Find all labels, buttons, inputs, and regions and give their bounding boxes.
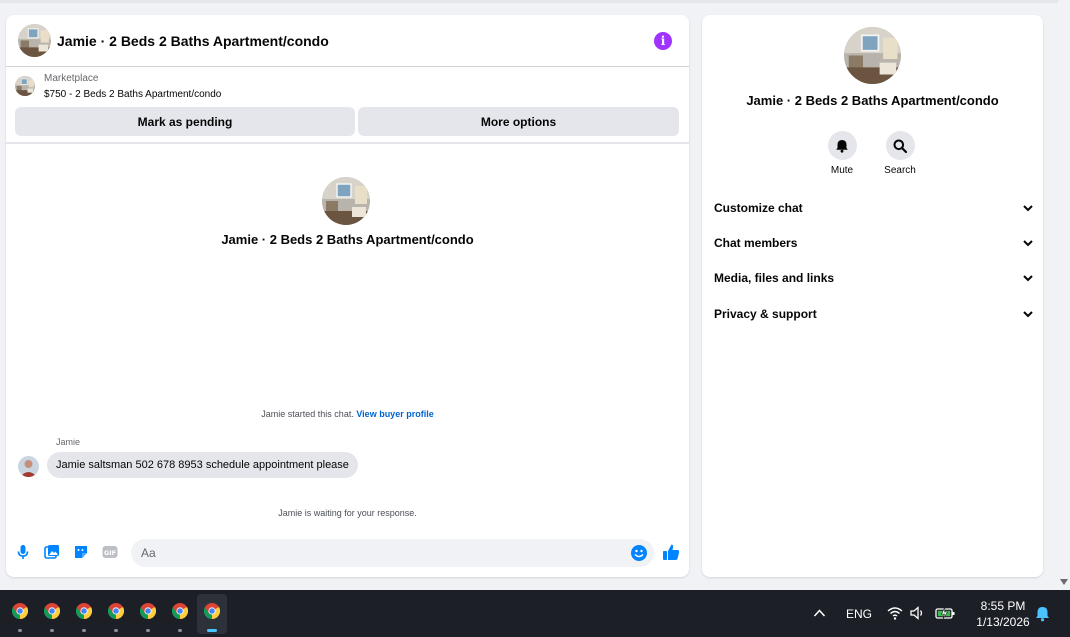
svg-text:GIF: GIF	[104, 549, 116, 557]
chat-started-note: Jamie started this chat. View buyer prof…	[6, 409, 689, 419]
taskbar-chrome-4[interactable]	[101, 594, 131, 634]
running-indicator	[50, 629, 54, 632]
chrome-icon	[108, 603, 124, 619]
taskbar-chrome-6[interactable]	[165, 594, 195, 634]
gif-icon[interactable]: GIF	[102, 544, 118, 560]
listing-thumbnail[interactable]	[15, 76, 35, 96]
message-input[interactable]	[131, 539, 611, 567]
search-icon	[893, 139, 907, 153]
chrome-icon	[12, 603, 28, 619]
running-indicator	[82, 629, 86, 632]
chevron-down-icon	[1023, 275, 1033, 282]
notification-bell-icon[interactable]	[1035, 606, 1050, 622]
message-sender: Jamie	[56, 437, 81, 447]
mute-label: Mute	[830, 165, 854, 176]
microphone-icon[interactable]	[15, 544, 31, 560]
taskbar-chrome-5[interactable]	[133, 594, 163, 634]
section-privacy-support[interactable]: Privacy & support	[714, 303, 1034, 325]
listing-price[interactable]: $750 - 2 Beds 2 Baths Apartment/condo	[44, 89, 221, 100]
info-title: Jamie · 2 Beds 2 Baths Apartment/condo	[746, 93, 999, 108]
info-icon[interactable]: i	[654, 32, 672, 50]
intro-avatar	[322, 177, 370, 225]
section-label: Chat members	[714, 236, 798, 250]
chrome-icon	[172, 603, 188, 619]
chrome-icon	[76, 603, 92, 619]
section-media-files-links[interactable]: Media, files and links	[714, 267, 1034, 289]
chrome-icon	[44, 603, 60, 619]
language-indicator[interactable]: ENG	[846, 607, 872, 621]
listing-avatar[interactable]	[18, 24, 51, 57]
top-divider	[0, 0, 1058, 3]
message-composer[interactable]	[131, 539, 654, 567]
clock-date: 1/13/2026	[976, 615, 1030, 629]
chrome-icon	[140, 603, 156, 619]
thumbs-up-icon[interactable]	[662, 543, 680, 561]
section-label: Customize chat	[714, 201, 803, 215]
bell-icon	[836, 139, 848, 153]
message-bubble[interactable]: Jamie saltsman 502 678 8953 schedule app…	[47, 452, 358, 478]
sticker-icon[interactable]	[73, 544, 89, 560]
clock-time[interactable]: 8:55 PM	[967, 599, 1039, 613]
search-label: Search	[884, 165, 916, 176]
taskbar: ENG 8:55 PM 1/13/2026	[0, 590, 1070, 637]
chevron-down-icon	[1023, 240, 1033, 247]
taskbar-chrome-1[interactable]	[5, 594, 35, 634]
emoji-icon[interactable]	[631, 545, 647, 561]
running-indicator	[178, 629, 182, 632]
section-customize-chat[interactable]: Customize chat	[714, 197, 1034, 219]
running-indicator	[146, 629, 150, 632]
wifi-icon[interactable]	[887, 606, 903, 620]
chevron-down-icon	[1023, 205, 1033, 212]
intro-title: Jamie · 2 Beds 2 Baths Apartment/condo	[221, 232, 474, 247]
section-label: Media, files and links	[714, 271, 835, 285]
chat-panel: Jamie · 2 Beds 2 Baths Apartment/condo i…	[6, 15, 689, 577]
show-hidden-icons-chevron-icon[interactable]	[813, 607, 826, 619]
chevron-down-icon	[1023, 311, 1033, 318]
mark-as-pending-button[interactable]: Mark as pending	[15, 107, 355, 136]
taskbar-chrome-2[interactable]	[37, 594, 67, 634]
taskbar-chrome-7-active[interactable]	[197, 594, 227, 634]
more-options-button[interactable]: More options	[358, 107, 679, 136]
waiting-note: Jamie is waiting for your response.	[278, 508, 417, 518]
scroll-down-arrow-icon[interactable]	[1059, 578, 1069, 586]
search-button[interactable]: Search	[875, 131, 925, 176]
running-indicator	[18, 629, 22, 632]
taskbar-chrome-3[interactable]	[69, 594, 99, 634]
listing-kicker: Marketplace	[44, 73, 99, 84]
section-chat-members[interactable]: Chat members	[714, 232, 1034, 254]
battery-charging-icon[interactable]	[935, 606, 956, 620]
listing-card: Marketplace $750 - 2 Beds 2 Baths Apartm…	[6, 67, 689, 144]
running-indicator	[114, 629, 118, 632]
chat-header: Jamie · 2 Beds 2 Baths Apartment/condo i	[6, 15, 689, 67]
info-avatar[interactable]	[844, 27, 901, 84]
active-indicator	[207, 629, 217, 632]
volume-icon[interactable]	[910, 606, 926, 620]
view-buyer-profile-link[interactable]: View buyer profile	[356, 409, 433, 419]
chat-title[interactable]: Jamie · 2 Beds 2 Baths Apartment/condo	[57, 33, 329, 49]
photo-icon[interactable]	[44, 544, 60, 560]
sender-avatar[interactable]	[18, 456, 39, 477]
chrome-icon	[204, 603, 220, 619]
conversation-info-panel: Jamie · 2 Beds 2 Baths Apartment/condo M…	[702, 15, 1043, 577]
chat-started-text: Jamie started this chat.	[261, 409, 354, 419]
mute-button[interactable]: Mute	[817, 131, 867, 176]
section-label: Privacy & support	[714, 307, 817, 321]
